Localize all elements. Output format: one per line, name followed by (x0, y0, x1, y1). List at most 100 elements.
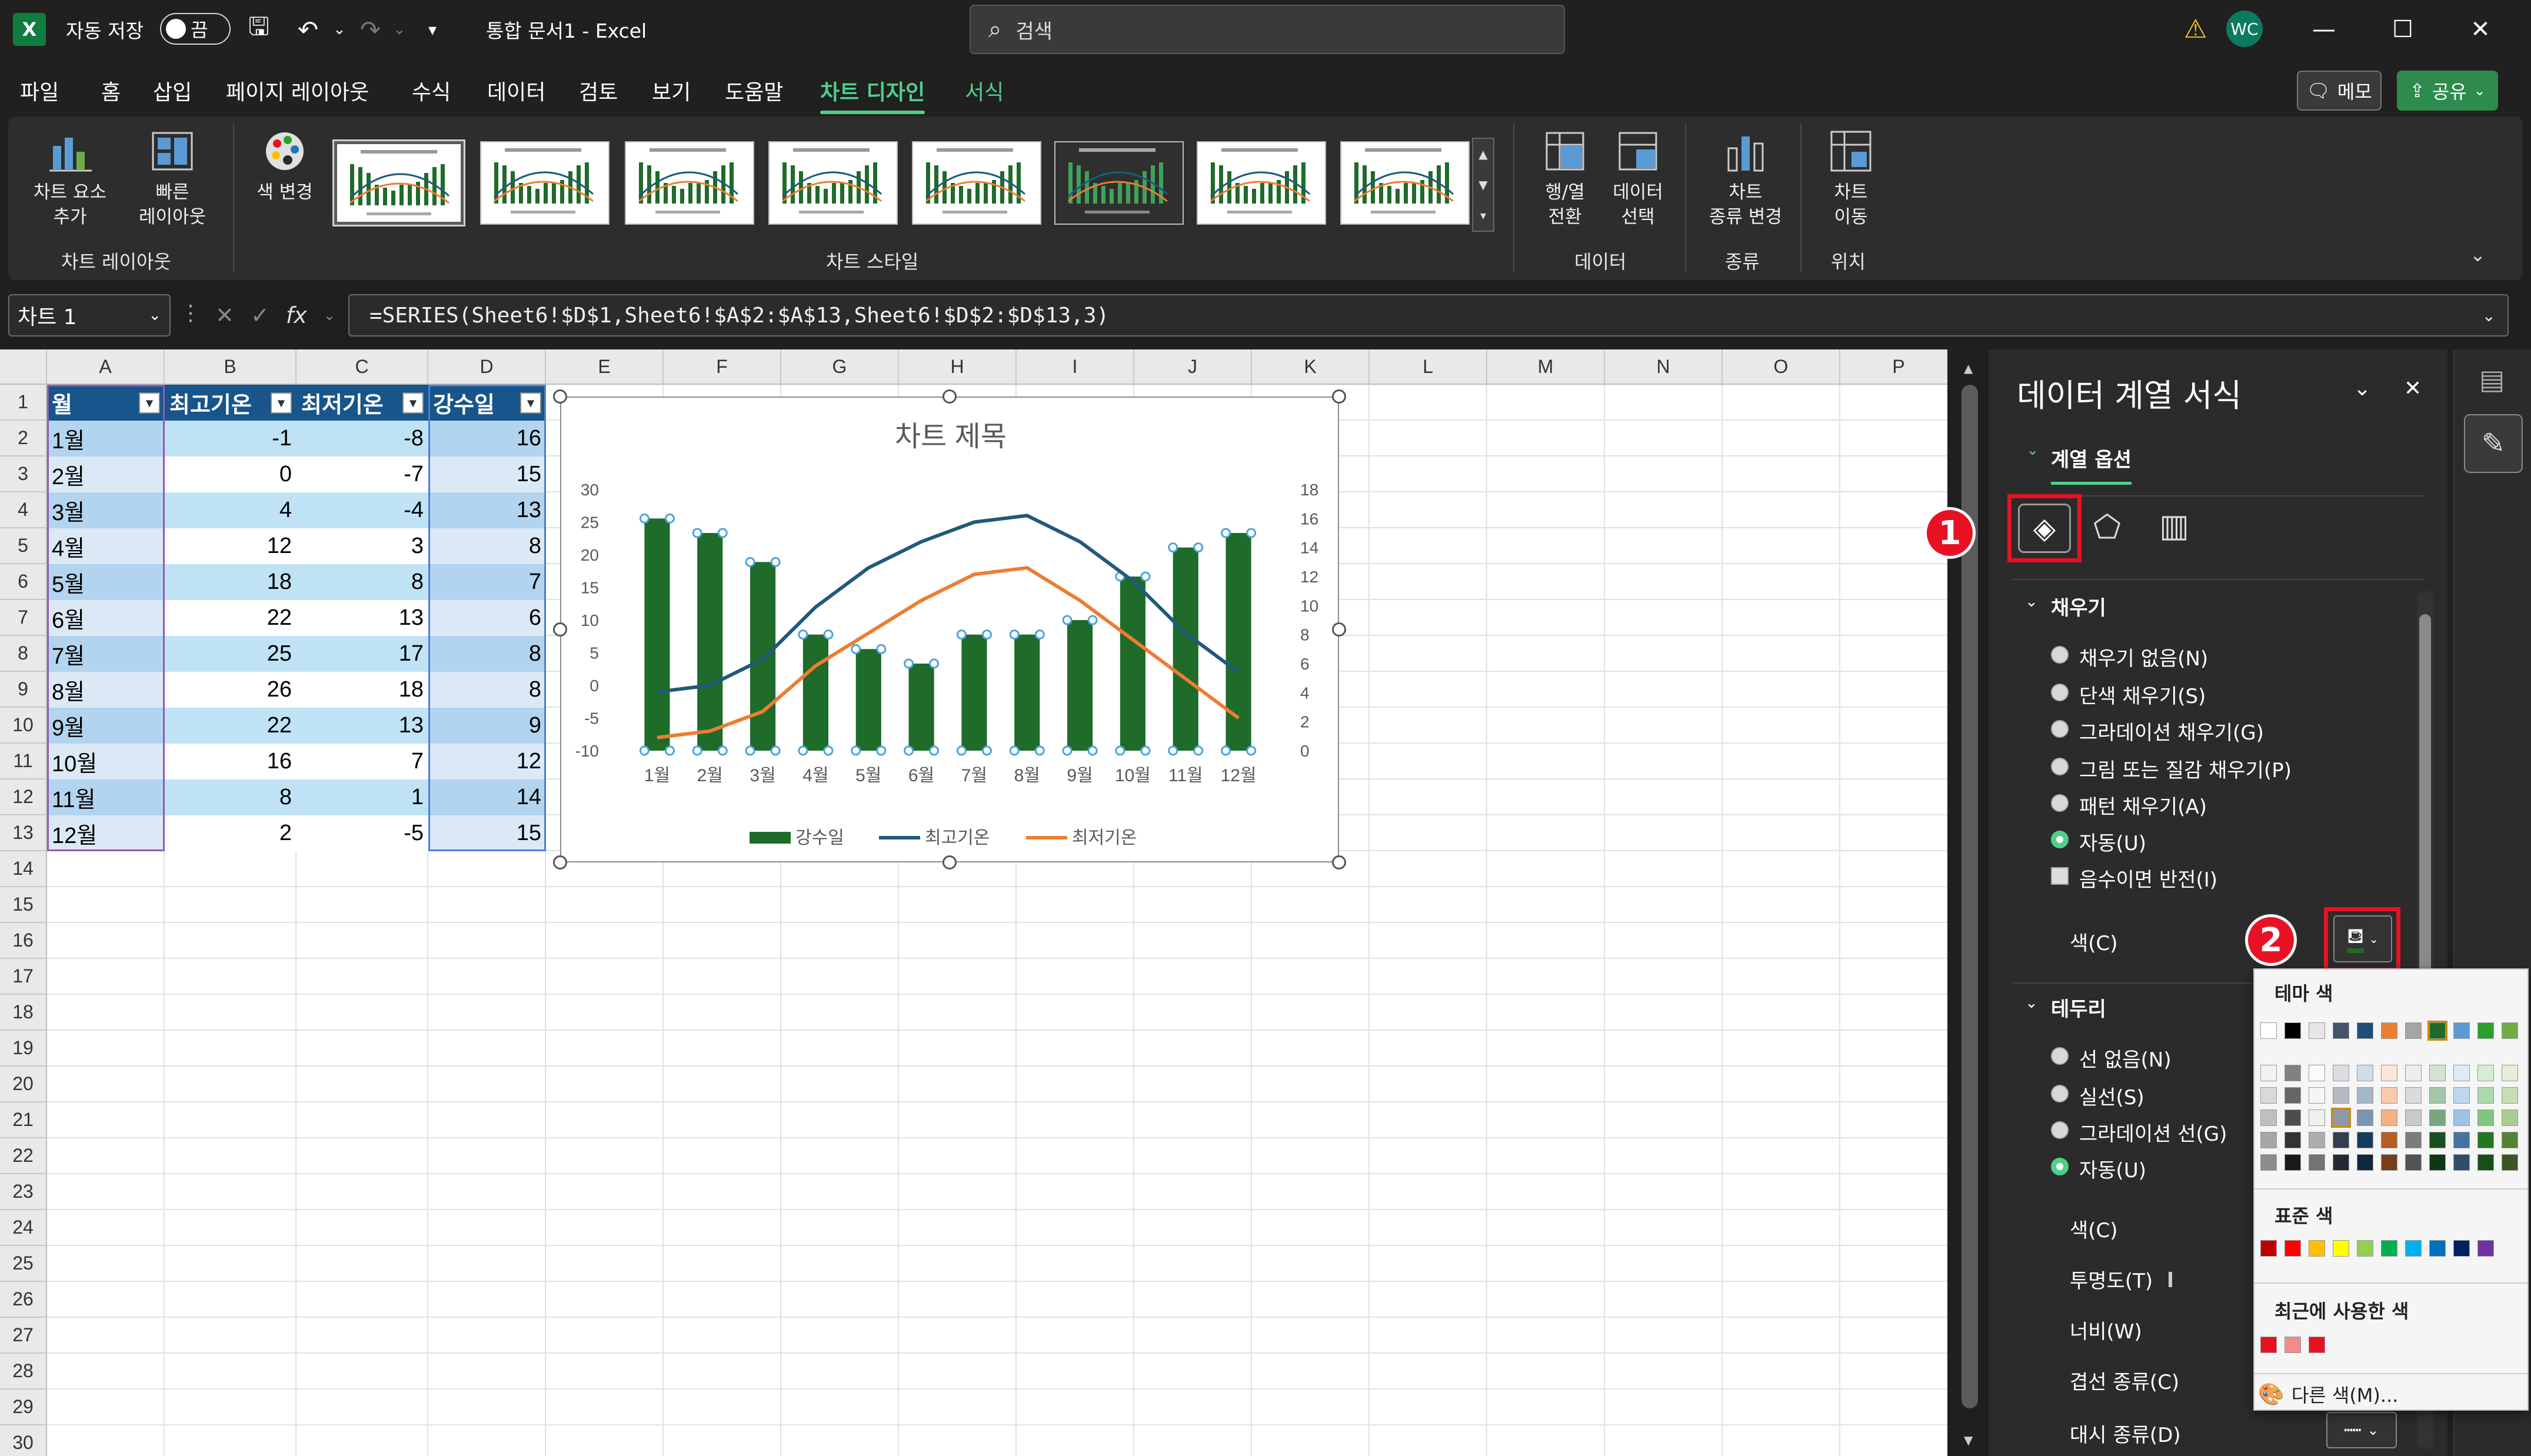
recent-color-swatch[interactable] (2284, 1337, 2301, 1353)
theme-color-swatch[interactable] (2357, 1022, 2373, 1039)
theme-color-tint-swatch[interactable] (2429, 1065, 2446, 1081)
theme-color-tint-swatch[interactable] (2309, 1110, 2325, 1126)
row-header[interactable]: 28 (0, 1354, 47, 1390)
theme-color-tint-swatch[interactable] (2453, 1065, 2470, 1081)
column-header[interactable]: F (664, 349, 781, 385)
column-header[interactable]: P (1840, 349, 1947, 385)
table-header-cell[interactable]: 월 ▾ (47, 385, 165, 421)
theme-color-tint-swatch[interactable] (2477, 1065, 2494, 1081)
column-header[interactable]: C (297, 349, 428, 385)
row-header[interactable]: 8 (0, 636, 47, 672)
column-header[interactable]: H (899, 349, 1017, 385)
table-cell[interactable]: 6월 (47, 600, 165, 636)
table-cell[interactable]: 22 (165, 708, 297, 744)
table-cell[interactable]: 3월 (47, 492, 165, 528)
row-header[interactable]: 1 (0, 385, 47, 421)
column-header[interactable]: B (165, 349, 297, 385)
tab-data[interactable]: 데이터 (487, 75, 545, 106)
table-cell[interactable]: 3 (297, 528, 428, 564)
change-chart-type-button[interactable]: 차트 종류 변경 (1696, 128, 1796, 229)
fill-line-icon[interactable]: ◈ (2018, 504, 2071, 553)
chart-style-1[interactable] (332, 139, 465, 226)
redo-dropdown-icon[interactable]: ⌄ (393, 0, 406, 59)
table-cell[interactable]: 12월 (47, 815, 165, 851)
theme-color-tint-swatch[interactable] (2405, 1087, 2422, 1104)
column-header[interactable]: A (47, 349, 165, 385)
theme-color-tint-swatch[interactable] (2333, 1154, 2349, 1171)
theme-color-tint-swatch[interactable] (2381, 1154, 2397, 1171)
series-options-tab[interactable]: 계열 옵션 (2051, 444, 2132, 485)
theme-color-tint-swatch[interactable] (2357, 1087, 2373, 1104)
table-cell[interactable]: 4월 (47, 528, 165, 564)
table-cell[interactable]: 13 (297, 708, 428, 744)
invert-negative-label[interactable]: 음수이면 반전(I) (2079, 864, 2217, 892)
theme-color-swatch[interactable] (2260, 1022, 2277, 1039)
standard-color-swatch[interactable] (2260, 1240, 2277, 1257)
theme-color-tint-swatch[interactable] (2333, 1065, 2349, 1081)
table-cell[interactable]: 13 (428, 492, 546, 528)
row-header[interactable]: 18 (0, 995, 47, 1031)
table-cell[interactable]: 1월 (47, 421, 165, 457)
theme-color-tint-swatch[interactable] (2453, 1132, 2470, 1148)
change-colors-button[interactable]: 색 변경 (244, 128, 326, 205)
table-cell[interactable]: 7 (297, 744, 428, 779)
standard-color-swatch[interactable] (2453, 1240, 2470, 1257)
theme-color-tint-swatch[interactable] (2284, 1154, 2301, 1171)
table-header-cell[interactable]: 최고기온 ▾ (165, 385, 297, 421)
undo-dropdown-icon[interactable]: ⌄ (333, 0, 346, 59)
row-header[interactable]: 17 (0, 959, 47, 995)
line-solid-label[interactable]: 실선(S) (2079, 1081, 2144, 1110)
row-header[interactable]: 29 (0, 1390, 47, 1425)
fill-solid-radio[interactable] (2051, 684, 2069, 701)
theme-color-tint-swatch[interactable] (2309, 1132, 2325, 1148)
fill-auto-radio[interactable] (2051, 831, 2069, 848)
enter-icon[interactable]: ✓ (251, 302, 269, 328)
pane-options-icon[interactable]: ⌄ (2353, 377, 2371, 401)
expand-formula-icon[interactable]: ⌄ (2482, 306, 2496, 325)
row-header[interactable]: 21 (0, 1102, 47, 1138)
theme-color-tint-swatch[interactable] (2429, 1110, 2446, 1126)
theme-color-tint-swatch[interactable] (2309, 1065, 2325, 1081)
theme-color-tint-swatch[interactable] (2429, 1154, 2446, 1171)
row-header[interactable]: 26 (0, 1282, 47, 1318)
theme-color-swatch[interactable] (2477, 1022, 2494, 1039)
chart-style-6[interactable] (1054, 141, 1184, 225)
chart-style-5[interactable] (912, 141, 1041, 225)
row-header[interactable]: 23 (0, 1174, 47, 1210)
theme-color-tint-swatch[interactable] (2453, 1087, 2470, 1104)
chevron-down-icon[interactable]: ⌄ (2025, 593, 2038, 611)
filter-dropdown-icon[interactable]: ▾ (520, 392, 541, 414)
tab-chart-design[interactable]: 차트 디자인 (820, 75, 925, 114)
theme-color-swatch[interactable] (2284, 1022, 2301, 1039)
tab-review[interactable]: 검토 (579, 75, 618, 106)
row-header[interactable]: 16 (0, 923, 47, 959)
table-cell[interactable]: 8 (428, 528, 546, 564)
chart-resize-handle[interactable] (553, 855, 567, 869)
chart-resize-handle[interactable] (943, 855, 957, 869)
table-cell[interactable]: 14 (428, 779, 546, 815)
standard-color-swatch[interactable] (2357, 1240, 2373, 1257)
invert-negative-checkbox[interactable] (2051, 867, 2069, 885)
row-header[interactable]: 13 (0, 815, 47, 851)
tab-format[interactable]: 서식 (965, 75, 1004, 106)
tab-formulas[interactable]: 수식 (412, 75, 451, 106)
fill-none-radio[interactable] (2051, 646, 2069, 664)
theme-color-tint-swatch[interactable] (2429, 1087, 2446, 1104)
table-cell[interactable]: 12 (428, 744, 546, 779)
row-header[interactable]: 20 (0, 1067, 47, 1102)
fill-pattern-label[interactable]: 패턴 채우기(A) (2079, 791, 2207, 819)
quick-layout-button[interactable]: 빠른 레이아웃 (128, 128, 217, 229)
fill-section-header[interactable]: 채우기 (2051, 592, 2106, 621)
add-chart-element-button[interactable]: 차트 요소 추가 (20, 128, 120, 229)
row-header[interactable]: 19 (0, 1031, 47, 1067)
table-cell[interactable]: 22 (165, 600, 297, 636)
row-header[interactable]: 24 (0, 1210, 47, 1246)
effects-icon[interactable]: ⬠ (2093, 508, 2121, 545)
recent-color-swatch[interactable] (2260, 1337, 2277, 1353)
table-cell[interactable]: 12 (165, 528, 297, 564)
theme-color-tint-swatch[interactable] (2381, 1132, 2397, 1148)
more-colors-button[interactable]: 🎨 다른 색(M)... (2258, 1379, 2525, 1410)
theme-color-tint-swatch[interactable] (2381, 1087, 2397, 1104)
row-header[interactable]: 14 (0, 851, 47, 887)
theme-color-swatch[interactable] (2381, 1022, 2397, 1039)
